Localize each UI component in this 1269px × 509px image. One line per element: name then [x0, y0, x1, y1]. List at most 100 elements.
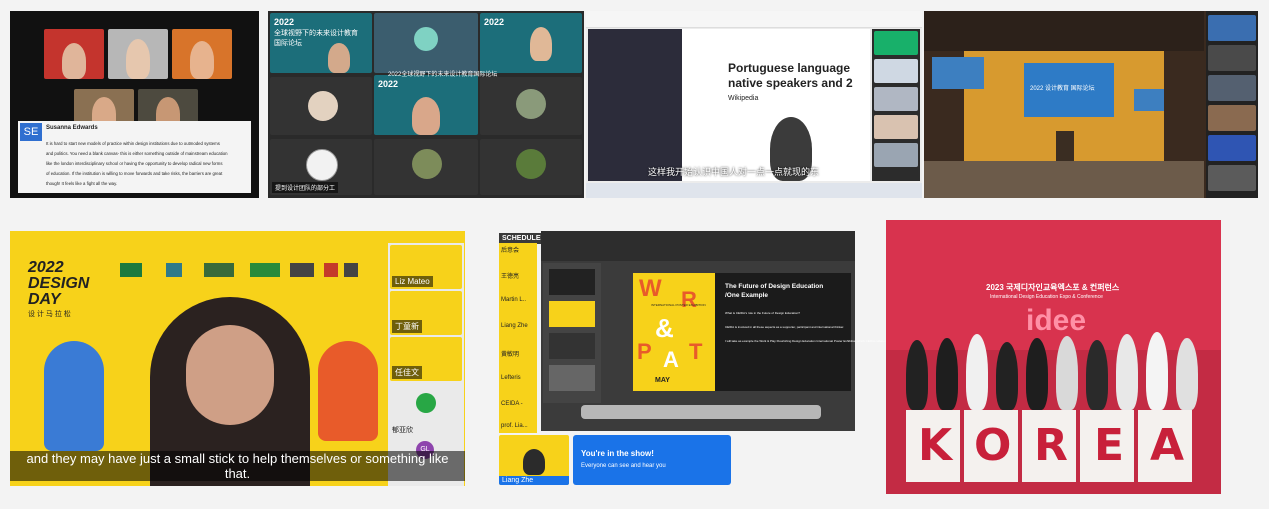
participant-name: 王徳亮	[501, 274, 520, 280]
video-tile[interactable]	[874, 115, 918, 139]
video-tile[interactable]	[1208, 165, 1256, 191]
ribbon	[541, 231, 855, 261]
slide-body: CEIDA is involved in all these aspects a…	[725, 325, 845, 329]
poster-letter: P	[637, 339, 652, 364]
design-day-title: DAY	[28, 291, 61, 308]
quote-line: and politics. You need a blank canvas- t…	[46, 151, 228, 156]
quote-line: though! It feels like a fight all the wa…	[46, 181, 118, 186]
participant-avatar	[308, 91, 338, 121]
participant-avatar	[412, 97, 440, 135]
ceiling	[924, 11, 1204, 51]
participant-strip	[1206, 11, 1258, 198]
banner-tile[interactable]: 2022	[480, 13, 582, 73]
participant-name: Martin L..	[501, 297, 527, 303]
korea-letter: E	[1094, 420, 1125, 471]
participant-strip	[872, 29, 920, 181]
poster-subtitle: INTERNATIONAL POSTER EXHIBITION	[651, 303, 706, 307]
korea-letter: A	[1150, 420, 1185, 471]
poster-date: MAY	[655, 377, 670, 384]
poster-letter: A	[663, 347, 679, 372]
video-tile-3[interactable]	[172, 29, 232, 79]
video-tile[interactable]	[874, 31, 918, 55]
participant-avatar	[412, 149, 442, 179]
video-tile-1[interactable]	[44, 29, 104, 79]
video-tile[interactable]	[874, 87, 918, 111]
banner-en: International Design Education Expo & Co…	[990, 294, 1103, 300]
banner-year: 2022	[378, 79, 399, 89]
video-tile[interactable]	[874, 143, 918, 167]
video-tile[interactable]	[374, 13, 478, 73]
participant-strip: Liz Mateo 丁童新 任佳文 郁亚欣 GL	[388, 243, 464, 486]
video-tile[interactable]: 提到设计团队的部分工	[270, 139, 372, 195]
participant-avatar	[516, 89, 546, 119]
participant-avatar	[530, 27, 552, 61]
floor	[924, 161, 1204, 198]
poster: W R & P A T INTERNATIONAL POSTER EXHIBIT…	[633, 273, 715, 391]
video-tile-2[interactable]	[108, 29, 168, 79]
video-tile[interactable]	[1208, 45, 1256, 71]
video-tile[interactable]: Liz Mateo	[390, 245, 462, 289]
participant-avatar	[328, 43, 350, 73]
slide-title-line2: native speakers and 2	[728, 76, 853, 90]
participant-name: Liang Zhe	[501, 323, 528, 329]
dock	[581, 405, 821, 419]
self-view-tile[interactable]: Liang Zhe	[499, 435, 569, 485]
slide-area: Portuguese language native speakers and …	[588, 29, 870, 181]
banner-year: 2022	[484, 17, 505, 27]
notice-body: Everyone can see and hear you	[581, 463, 666, 469]
participant-name: 任佳文	[392, 366, 422, 379]
speaker-face	[186, 325, 274, 425]
participant-name: 丁童新	[392, 320, 422, 333]
video-tile[interactable]	[1208, 75, 1256, 101]
quote-line: It is hard to start new models of practi…	[46, 141, 220, 146]
video-tile[interactable]	[1208, 135, 1256, 161]
logo-circle	[414, 27, 438, 51]
video-tile[interactable]	[874, 59, 918, 83]
video-tile[interactable]	[270, 77, 372, 135]
caption-line: and they may have just a small stick to …	[10, 451, 465, 466]
screen-title: 2022 设计教育 国际论坛	[1030, 86, 1095, 92]
left-strip: 后意会 王徳亮 Martin L.. Liang Zhe 黄敏明 Lefteri…	[499, 243, 537, 433]
video-tile[interactable]	[1208, 15, 1256, 41]
side-screen-right	[1134, 89, 1164, 111]
participant-avatar	[126, 39, 150, 79]
panel-zoom-quote: SE Susanna Edwards It is hard to start n…	[10, 11, 259, 198]
poster-letter: &	[655, 313, 674, 343]
quote-line: like the london interdisciplinary school…	[46, 161, 223, 166]
slide-source: Wikipedia	[728, 95, 759, 102]
ppt-window: W R & P A T INTERNATIONAL POSTER EXHIBIT…	[541, 231, 995, 431]
banner-tile[interactable]: 2022 全球视野下的未来设计教育 国际论坛	[270, 13, 372, 73]
speaker-avatar: SE	[20, 123, 42, 141]
video-tile[interactable]	[374, 139, 478, 195]
bottom-caption: 提到设计团队的部分工	[272, 182, 339, 193]
panel-design-day: 2022 DESIGN DAY 设 计 马 拉 松 Liz Mateo 丁童新 …	[10, 231, 465, 486]
video-tile[interactable]	[480, 139, 582, 195]
participant-avatar	[516, 149, 546, 179]
panel-presentation: Portuguese language native speakers and …	[586, 11, 922, 198]
video-tile[interactable]: 丁童新	[390, 291, 462, 335]
top-toolbar	[586, 11, 922, 28]
main-screen: 2022 设计教育 国际论坛	[1024, 63, 1114, 117]
poster-letter: R	[681, 287, 697, 312]
avatar-green[interactable]	[416, 393, 436, 413]
podium	[1056, 131, 1074, 161]
banner-tile[interactable]: 2022	[374, 75, 478, 135]
mid-banner: 2022全球视野下的未来设计教育国际论坛	[388, 72, 498, 78]
side-label: 郁亚欣	[392, 427, 413, 434]
banner-kr: 2023 국제디자인교육엑스포 & 컨퍼런스	[986, 283, 1120, 292]
thumbnails	[543, 263, 601, 403]
slide-question: What is CEIDA's role in the Future of De…	[725, 311, 800, 315]
video-tile[interactable]	[1208, 105, 1256, 131]
slide-heading: The Future of Design Education	[725, 283, 824, 290]
illustration-right	[318, 341, 378, 441]
panel-slide-share: SCHEDULED 后意会 王徳亮 Martin L.. Liang Zhe 黄…	[497, 231, 995, 486]
slide-heading: /One Example	[725, 292, 768, 299]
in-show-notice[interactable]: You're in the show! Everyone can see and…	[573, 435, 731, 485]
korea-letter: K	[918, 420, 953, 471]
video-tile[interactable]	[480, 77, 582, 135]
panel-auditorium: 2022 设计教育 国际论坛	[924, 11, 1258, 198]
quote-box: SE Susanna Edwards It is hard to start n…	[18, 121, 251, 193]
korea-letter: O	[974, 420, 1012, 471]
video-tile[interactable]: 任佳文	[390, 337, 462, 381]
side-screen-left	[932, 57, 984, 89]
